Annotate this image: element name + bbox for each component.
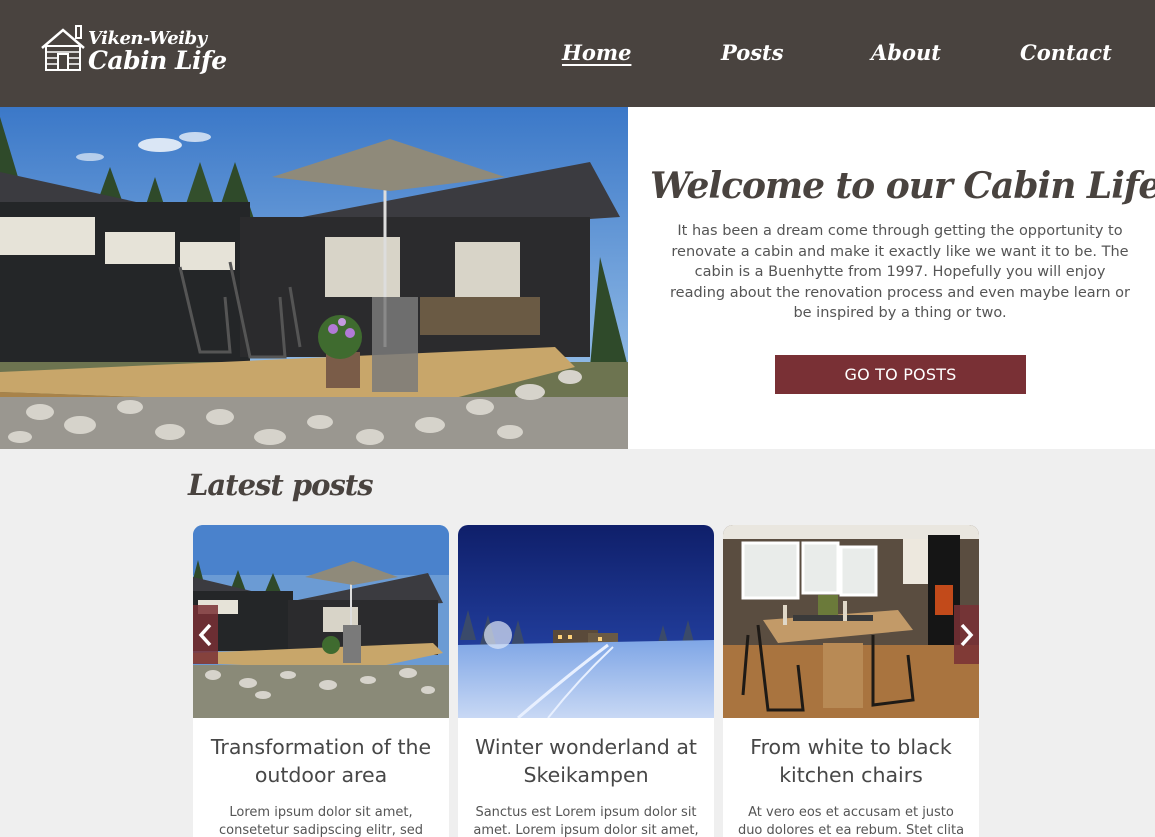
site-logo[interactable]: Viken-Weiby Cabin Life: [40, 22, 227, 78]
hero-title: Welcome to our Cabin Life: [650, 165, 1155, 207]
logo-text-line2: Cabin Life: [88, 46, 227, 75]
post-card-excerpt: Sanctus est Lorem ipsum dolor sit amet. …: [473, 805, 699, 837]
post-card[interactable]: Transformation of the outdoor area Lorem…: [193, 525, 449, 837]
hero-cabin-photo: [0, 107, 628, 449]
hero-intro-text: It has been a dream come through getting…: [670, 223, 1130, 321]
post-card[interactable]: From white to black kitchen chairs At ve…: [723, 525, 979, 837]
post-card[interactable]: Winter wonderland at Skeikampen Sanctus …: [458, 525, 714, 837]
post-card-image: [458, 525, 714, 718]
post-card-image: [723, 525, 979, 718]
post-card-title[interactable]: Transformation of the outdoor area: [201, 733, 441, 789]
post-card-title[interactable]: Winter wonderland at Skeikampen: [466, 733, 706, 789]
nav-about[interactable]: About: [871, 40, 941, 65]
go-to-posts-button[interactable]: GO TO POSTS: [775, 355, 1026, 394]
post-card-image: [193, 525, 449, 718]
cabin-logo-icon: [41, 25, 85, 71]
nav-home[interactable]: Home: [562, 40, 631, 65]
nav-posts[interactable]: Posts: [721, 40, 784, 65]
post-card-excerpt: Lorem ipsum dolor sit amet, consetetur s…: [219, 805, 423, 837]
site-header: Viken-Weiby Cabin Life Home Posts About …: [0, 0, 1155, 107]
post-card-title[interactable]: From white to black kitchen chairs: [731, 733, 971, 789]
carousel-prev-button[interactable]: [193, 605, 218, 664]
chevron-right-icon: [960, 623, 974, 647]
nav-contact[interactable]: Contact: [1020, 40, 1112, 65]
chevron-left-icon: [198, 623, 212, 647]
latest-posts-heading: Latest posts: [188, 468, 374, 502]
hero-section: Welcome to our Cabin Life It has been a …: [0, 107, 1155, 449]
carousel-next-button[interactable]: [954, 605, 979, 664]
post-card-excerpt: At vero eos et accusam et justo duo dolo…: [737, 805, 965, 837]
